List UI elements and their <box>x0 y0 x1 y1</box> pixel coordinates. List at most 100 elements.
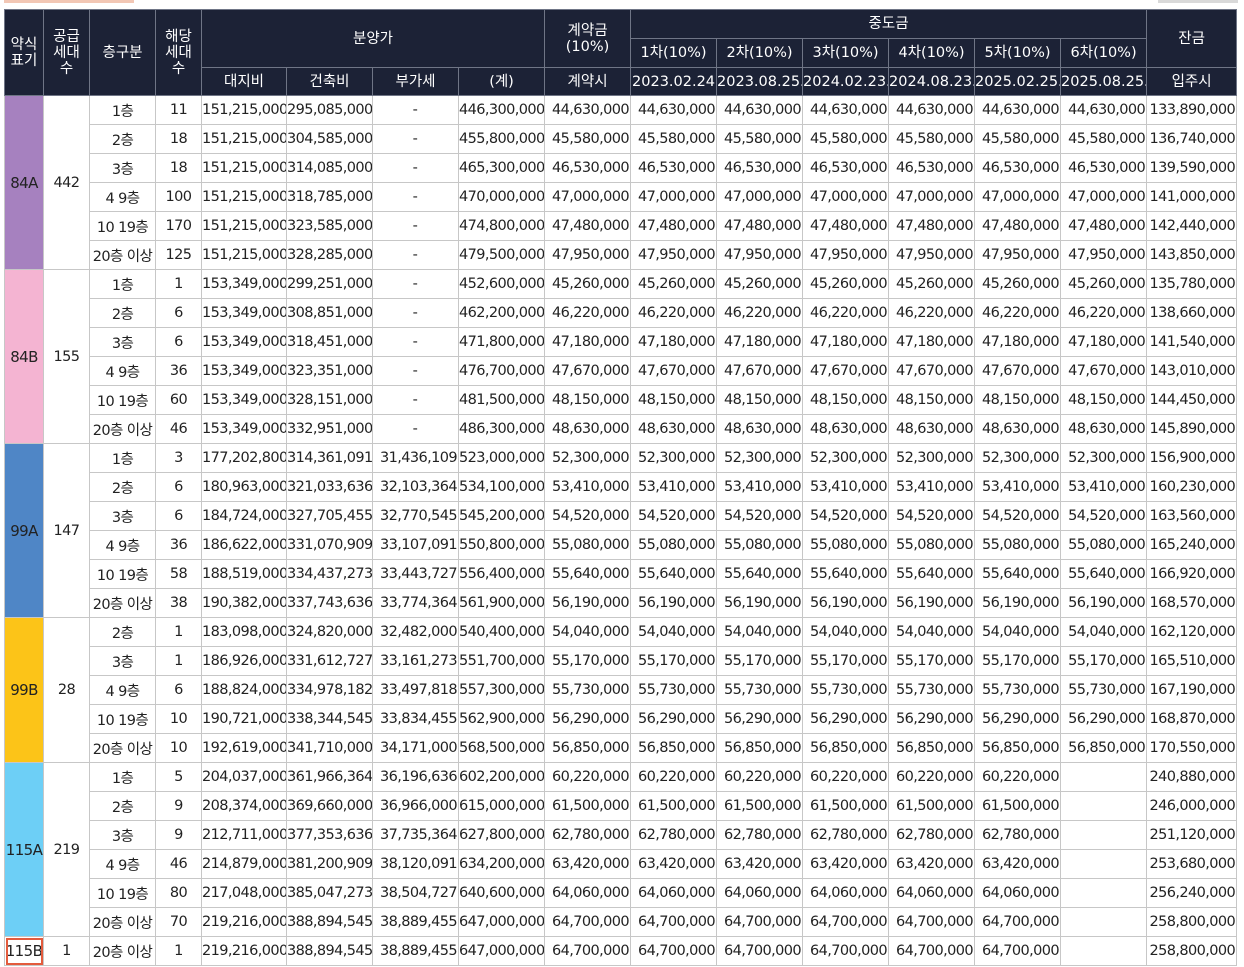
floor-cell: 20층 이상 <box>89 733 156 763</box>
middle-payment-cell: 47,950,000 <box>1060 240 1148 270</box>
total-header: (계) <box>457 67 546 96</box>
units-cell: 9 <box>155 791 202 821</box>
middle-payment-cell: 44,630,000 <box>888 95 976 125</box>
middle-payment-cell: 56,850,000 <box>974 733 1062 763</box>
middle-payment-cell: 56,190,000 <box>716 588 804 618</box>
deposit-cell: 62,780,000 <box>544 820 632 850</box>
type-cell: 115A <box>4 762 44 937</box>
balance-cell: 133,890,000 <box>1146 95 1238 125</box>
total-price-cell: 557,300,000 <box>457 675 546 705</box>
land-price-cell: 217,048,000 <box>201 878 287 908</box>
balance-cell: 144,450,000 <box>1146 385 1238 415</box>
middle-payment-cell: 46,530,000 <box>716 153 804 183</box>
middle-payment-cell: 45,260,000 <box>1060 269 1148 299</box>
middle-payment-cell: 55,640,000 <box>1060 559 1148 589</box>
floor-cell: 20층 이상 <box>89 907 156 937</box>
middle-payment-cell: 60,220,000 <box>802 762 890 792</box>
land-price-cell: 188,824,000 <box>201 675 287 705</box>
deposit-when-header: 계약시 <box>544 67 632 96</box>
top-strip-mark-right <box>1158 0 1238 3</box>
middle-payment-cell: 54,520,000 <box>1060 501 1148 531</box>
balance-cell: 240,880,000 <box>1146 762 1238 792</box>
balance-cell: 258,800,000 <box>1146 936 1238 966</box>
units-cell: 9 <box>155 820 202 850</box>
land-price-cell: 177,202,800 <box>201 443 287 473</box>
balance-cell: 253,680,000 <box>1146 849 1238 879</box>
table-row: 10 19층 170 151,215,000 323,585,000-474,800,… <box>5 211 1238 241</box>
top-strip <box>0 0 1244 9</box>
type-cell: 84B <box>4 269 44 444</box>
middle-payment-cell: 54,520,000 <box>888 501 976 531</box>
building-price-cell: 314,085,000 <box>286 153 373 183</box>
deposit-cell: 47,480,000 <box>544 211 632 241</box>
middle-payment-cell: 47,000,000 <box>716 182 804 212</box>
units-cell: 3 <box>155 443 202 473</box>
floor-class-header: 층구분 <box>89 9 156 96</box>
table-row: 4 9층 36 153,349,000 323,351,000-476,700,000… <box>5 356 1238 386</box>
vat-cell: - <box>372 327 459 357</box>
applicable-units-header-line2: 세대 <box>165 44 192 61</box>
middle-payment-cell: 54,520,000 <box>630 501 718 531</box>
units-cell: 6 <box>155 472 202 502</box>
building-header: 건축비 <box>286 67 373 96</box>
middle-payment-cell: 56,850,000 <box>802 733 890 763</box>
total-price-cell: 647,000,000 <box>457 907 546 937</box>
land-price-cell: 186,622,000 <box>201 530 287 560</box>
deposit-cell: 56,190,000 <box>544 588 632 618</box>
building-price-cell: 308,851,000 <box>286 298 373 328</box>
middle-payment-cell: 48,150,000 <box>1060 385 1148 415</box>
deposit-cell: 48,150,000 <box>544 385 632 415</box>
balance-cell: 165,510,000 <box>1146 646 1238 676</box>
vat-cell: 34,171,000 <box>372 733 459 763</box>
total-price-cell: 550,800,000 <box>457 530 546 560</box>
land-price-cell: 214,879,000 <box>201 849 287 879</box>
floor-cell: 10 19층 <box>89 211 156 241</box>
balance-cell: 135,780,000 <box>1146 269 1238 299</box>
middle-payment-cell: 64,700,000 <box>630 907 718 937</box>
middle-payment-cell: 46,530,000 <box>1060 153 1148 183</box>
balance-cell: 168,570,000 <box>1146 588 1238 618</box>
floor-cell: 1층 <box>89 762 156 792</box>
land-price-cell: 190,721,000 <box>201 704 287 734</box>
middle-payment-cell: 64,700,000 <box>630 936 718 966</box>
vat-cell: - <box>372 269 459 299</box>
building-price-cell: 328,285,000 <box>286 240 373 270</box>
deposit-cell: 44,630,000 <box>544 95 632 125</box>
units-cell: 6 <box>155 675 202 705</box>
land-price-cell: 190,382,000 <box>201 588 287 618</box>
land-price-cell: 219,216,000 <box>201 936 287 966</box>
middle-payment-cell: 56,290,000 <box>716 704 804 734</box>
table-row: 20층 이상 70 219,216,000 388,894,545 38,889,455… <box>5 907 1238 937</box>
table-row: 10 19층 10 190,721,000 338,344,545 33,834,455… <box>5 704 1238 734</box>
deposit-cell: 47,950,000 <box>544 240 632 270</box>
middle-payment-cell: 47,000,000 <box>630 182 718 212</box>
middle-payment-cell: 54,040,000 <box>630 617 718 647</box>
supply-units-header-line2: 세대 <box>53 44 80 61</box>
type-abbr-header: 약식 표기 <box>4 9 44 96</box>
building-price-cell: 388,894,545 <box>286 907 373 937</box>
middle-payment-cell: 54,520,000 <box>974 501 1062 531</box>
table-row: 20층 이상 46 153,349,000 332,951,000-486,300,0… <box>5 414 1238 444</box>
middle-payment-cell: 55,080,000 <box>1060 530 1148 560</box>
middle-payment-cell: 61,500,000 <box>716 791 804 821</box>
balance-cell: 162,120,000 <box>1146 617 1238 647</box>
middle-payment-cell: 48,630,000 <box>1060 414 1148 444</box>
vat-header: 부가세 <box>372 67 459 96</box>
total-price-cell: 481,500,000 <box>457 385 546 415</box>
middle-payment-cell: 64,700,000 <box>974 936 1062 966</box>
floor-cell: 4 9층 <box>89 530 156 560</box>
middle-payment-cell <box>1060 878 1148 908</box>
total-price-cell: 470,000,000 <box>457 182 546 212</box>
middle-payment-cell: 55,730,000 <box>1060 675 1148 705</box>
land-price-cell: 219,216,000 <box>201 907 287 937</box>
floor-cell: 20층 이상 <box>89 414 156 444</box>
middle-payment-cell: 56,190,000 <box>974 588 1062 618</box>
middle-payment-cell: 45,260,000 <box>888 269 976 299</box>
floor-cell: 1층 <box>89 443 156 473</box>
land-price-cell: 151,215,000 <box>201 240 287 270</box>
deposit-cell: 53,410,000 <box>544 472 632 502</box>
balance-cell: 258,800,000 <box>1146 907 1238 937</box>
middle-payment-cell: 47,180,000 <box>974 327 1062 357</box>
deposit-cell: 46,220,000 <box>544 298 632 328</box>
balance-cell: 143,850,000 <box>1146 240 1238 270</box>
